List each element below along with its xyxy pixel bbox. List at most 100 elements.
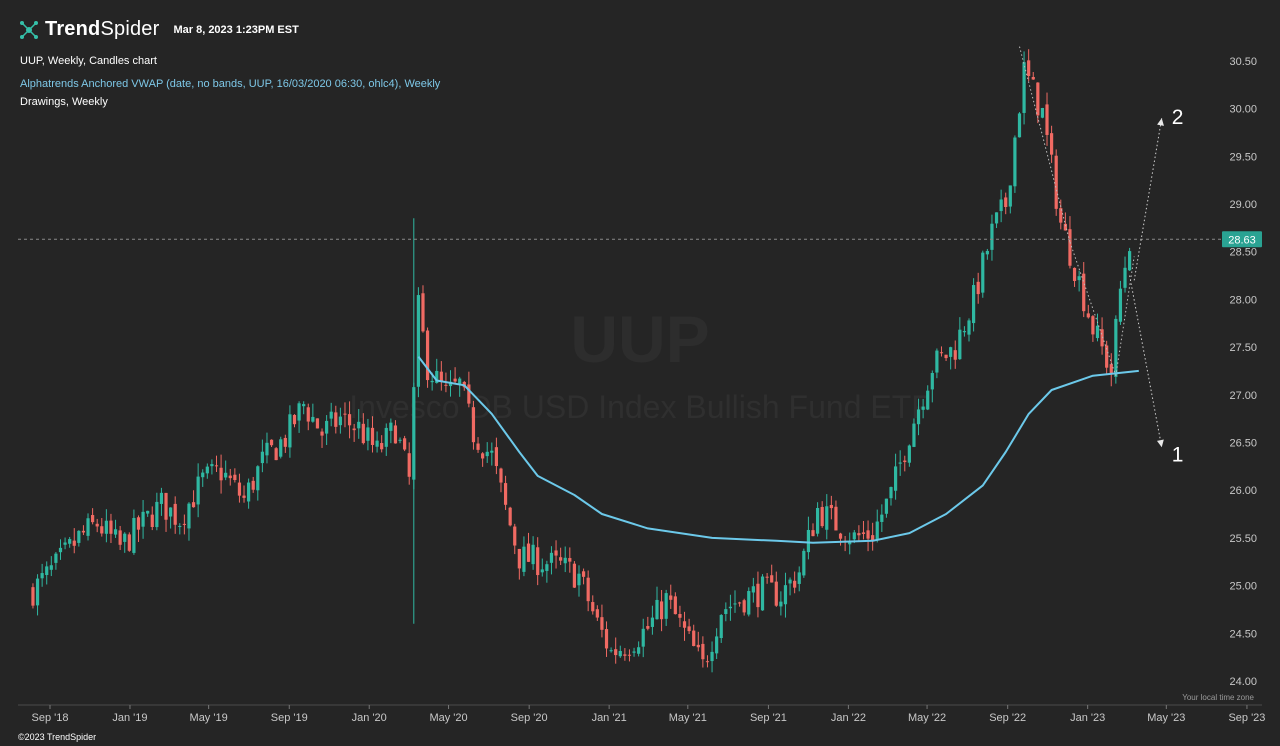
candle-body[interactable] [224,472,228,478]
candle-body[interactable] [228,475,232,479]
candle-body[interactable] [549,552,554,563]
candle-body[interactable] [526,543,531,562]
candle-body[interactable] [696,644,700,648]
candle-body[interactable] [710,651,714,662]
candle-body[interactable] [1040,107,1045,118]
candle-body[interactable] [403,438,407,450]
candle-body[interactable] [1022,62,1026,113]
candle-body[interactable] [35,578,40,606]
candle-body[interactable] [398,439,402,441]
candle-body[interactable] [820,506,824,527]
candle-body[interactable] [1114,318,1118,377]
candle-body[interactable] [540,569,544,573]
candle-body[interactable] [659,601,664,620]
trend-drawing-line[interactable] [1069,241,1117,376]
candle-body[interactable] [733,603,737,605]
candle-body[interactable] [283,437,287,447]
candle-body[interactable] [554,550,558,556]
candle-body[interactable] [788,579,792,584]
candle-body[interactable] [797,572,801,584]
candle-body[interactable] [586,577,590,602]
candle-body[interactable] [724,609,728,614]
candle-body[interactable] [297,403,301,421]
candle-body[interactable] [903,460,907,463]
candle-body[interactable] [756,583,760,608]
candle-body[interactable] [113,529,118,535]
candle-body[interactable] [994,212,999,224]
candle-body[interactable] [508,507,512,526]
candle-body[interactable] [178,525,182,527]
candle-body[interactable] [100,526,104,534]
candle-body[interactable] [146,510,150,514]
candle-body[interactable] [522,546,526,572]
candle-body[interactable] [893,466,898,491]
candle-body[interactable] [256,466,260,491]
candle-body[interactable] [572,563,576,588]
candle-body[interactable] [159,492,164,504]
candle-body[interactable] [884,498,889,514]
candle-body[interactable] [187,503,191,529]
candle-body[interactable] [86,518,90,536]
candle-body[interactable] [357,421,361,429]
candle-body[interactable] [838,533,843,539]
candle-body[interactable] [581,571,586,577]
candle-body[interactable] [1017,113,1022,138]
candle-body[interactable] [288,414,292,448]
candle-body[interactable] [760,576,765,611]
candle-body[interactable] [118,530,122,545]
candle-body[interactable] [1036,82,1040,116]
candle-body[interactable] [201,472,205,478]
candle-body[interactable] [632,651,636,653]
trend-drawing-line[interactable] [1019,46,1071,243]
candle-body[interactable] [49,565,53,570]
candle-body[interactable] [623,654,627,656]
candle-body[interactable] [444,384,448,386]
candle-body[interactable] [669,595,673,600]
candle-body[interactable] [136,517,141,530]
candle-body[interactable] [334,412,338,427]
candle-body[interactable] [939,352,944,354]
candle-body[interactable] [990,223,994,250]
candle-body[interactable] [563,557,567,564]
candle-body[interactable] [389,422,393,431]
candle-body[interactable] [783,585,788,605]
candle-body[interactable] [618,650,622,657]
candle-body[interactable] [944,354,948,359]
candle-body[interactable] [770,575,774,583]
candle-body[interactable] [1072,267,1077,281]
candle-body[interactable] [1128,251,1132,271]
candle-body[interactable] [912,423,916,447]
candle-body[interactable] [930,372,934,390]
candle-body[interactable] [852,532,856,540]
candle-body[interactable] [329,411,333,419]
candle-body[interactable] [58,547,63,553]
candle-body[interactable] [1082,273,1086,312]
candle-body[interactable] [811,530,815,537]
candle-body[interactable] [430,380,434,383]
candle-body[interactable] [1123,267,1127,288]
candle-body[interactable] [806,529,811,553]
candle-body[interactable] [774,581,778,606]
candle-body[interactable] [655,599,659,620]
candle-body[interactable] [54,553,58,563]
candle-body[interactable] [104,520,108,534]
candle-body[interactable] [141,511,145,527]
candle-body[interactable] [150,514,154,527]
candle-body[interactable] [242,495,246,498]
candle-body[interactable] [935,350,939,373]
candle-body[interactable] [45,566,49,576]
candle-body[interactable] [1054,155,1058,209]
candle-body[interactable] [237,482,242,496]
candle-body[interactable] [247,482,251,502]
candle-body[interactable] [503,483,508,505]
candle-body[interactable] [536,547,540,576]
candle-body[interactable] [898,462,902,464]
candle-body[interactable] [958,329,962,360]
candle-body[interactable] [604,629,609,649]
candle-body[interactable] [559,557,563,561]
candle-body[interactable] [269,439,274,446]
candle-body[interactable] [545,564,549,571]
candle-body[interactable] [173,503,177,525]
candle-body[interactable] [646,626,650,629]
drawings-line[interactable]: Drawings, Weekly [20,96,108,108]
